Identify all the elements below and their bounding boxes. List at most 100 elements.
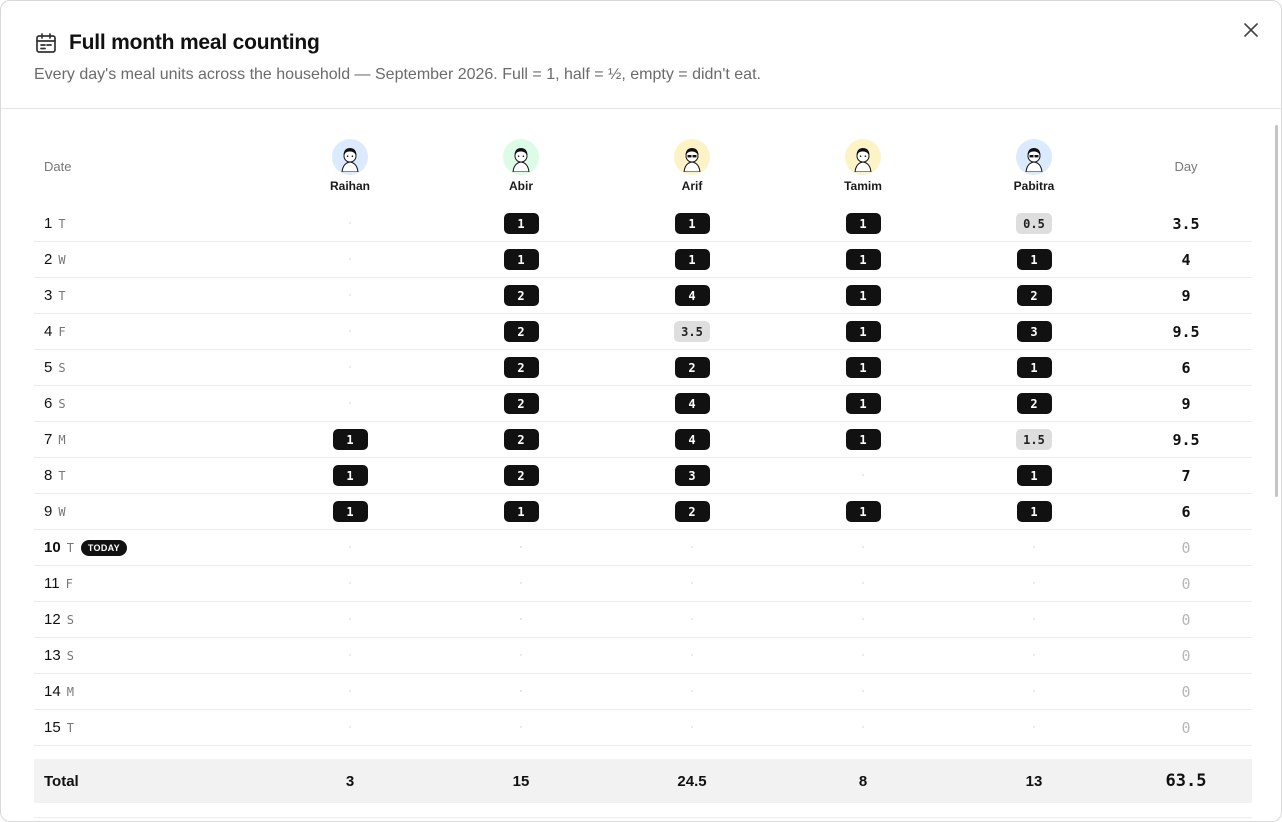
meal-cell-empty[interactable]: · <box>310 566 390 601</box>
meal-cell[interactable]: 1 <box>823 350 903 385</box>
meal-cell-empty[interactable]: · <box>481 674 561 709</box>
meal-cell[interactable]: 2 <box>481 314 561 349</box>
meal-cell[interactable]: 1 <box>823 206 903 241</box>
meal-cell[interactable]: 1 <box>823 422 903 457</box>
meal-cell-empty[interactable]: · <box>823 674 903 709</box>
meal-cell[interactable]: 1 <box>481 242 561 277</box>
meal-count-pill: 2 <box>674 501 710 522</box>
meal-cell-empty[interactable]: · <box>652 710 732 745</box>
meal-cell[interactable]: 2 <box>652 494 732 529</box>
meal-cell-empty[interactable]: · <box>652 638 732 673</box>
meal-cell-empty[interactable]: · <box>310 386 390 421</box>
day-total: 0 <box>1181 538 1191 557</box>
meal-cell-empty[interactable]: · <box>652 530 732 565</box>
meal-cell-empty[interactable]: · <box>994 638 1074 673</box>
day-total-cell: 3.5 <box>1146 206 1226 241</box>
meal-cell[interactable]: 4 <box>652 386 732 421</box>
meal-cell-empty[interactable]: · <box>823 566 903 601</box>
meal-cell[interactable]: 4 <box>652 278 732 313</box>
meal-count-pill: 1 <box>845 501 881 522</box>
meal-cell-empty[interactable]: · <box>481 638 561 673</box>
meal-cell-empty[interactable]: · <box>823 458 903 493</box>
meal-cell-empty[interactable]: · <box>823 530 903 565</box>
day-total-cell: 0 <box>1146 566 1226 601</box>
meal-cell-empty[interactable]: · <box>994 710 1074 745</box>
meal-cell[interactable]: 1 <box>823 242 903 277</box>
meal-cell[interactable]: 1 <box>481 494 561 529</box>
avatar <box>332 139 368 175</box>
meal-cell[interactable]: 1 <box>310 458 390 493</box>
meal-cell-empty[interactable]: · <box>823 602 903 637</box>
meal-cell[interactable]: 2 <box>481 422 561 457</box>
meal-cell[interactable]: 1 <box>823 278 903 313</box>
meal-cell-empty[interactable]: · <box>652 602 732 637</box>
meal-cell[interactable]: 2 <box>481 386 561 421</box>
meal-count-pill: 1 <box>674 213 710 234</box>
meal-cell-empty[interactable]: · <box>994 602 1074 637</box>
meal-cell[interactable]: 1 <box>652 206 732 241</box>
meal-cell-empty[interactable]: · <box>994 566 1074 601</box>
meal-cell[interactable]: 1.5 <box>994 422 1074 457</box>
scrollbar[interactable] <box>1275 125 1278 497</box>
meal-cell-empty[interactable]: · <box>310 206 390 241</box>
meal-cell-empty[interactable]: · <box>310 638 390 673</box>
avatar <box>503 139 539 175</box>
meal-cell[interactable]: 1 <box>823 386 903 421</box>
weekday: W <box>58 252 66 267</box>
meal-cell[interactable]: 2 <box>994 386 1074 421</box>
meal-cell-empty[interactable]: · <box>310 242 390 277</box>
meal-cell-empty[interactable]: · <box>823 710 903 745</box>
meal-cell[interactable]: 1 <box>994 494 1074 529</box>
meal-cell-empty[interactable]: · <box>310 710 390 745</box>
empty-mark: · <box>519 685 523 697</box>
meal-cell-empty[interactable]: · <box>310 602 390 637</box>
meal-cell-empty[interactable]: · <box>481 710 561 745</box>
meal-count-pill: 3.5 <box>674 321 710 342</box>
meal-cell[interactable]: 1 <box>994 458 1074 493</box>
day-total: 0 <box>1181 574 1191 593</box>
meal-cell-empty[interactable]: · <box>823 638 903 673</box>
meal-cell-empty[interactable]: · <box>652 566 732 601</box>
meal-cell-empty[interactable]: · <box>481 530 561 565</box>
empty-mark: · <box>519 541 523 553</box>
day-total: 3.5 <box>1172 214 1200 233</box>
meal-cell-empty[interactable]: · <box>310 674 390 709</box>
meal-cell-empty[interactable]: · <box>310 530 390 565</box>
meal-cell[interactable]: 1 <box>994 242 1074 277</box>
meal-cell[interactable]: 2 <box>652 350 732 385</box>
meal-cell[interactable]: 3 <box>994 314 1074 349</box>
meal-cell-empty[interactable]: · <box>310 278 390 313</box>
meal-cell[interactable]: 0.5 <box>994 206 1074 241</box>
meal-cell[interactable]: 1 <box>481 206 561 241</box>
weekday: T <box>58 468 66 483</box>
meal-cell[interactable]: 1 <box>310 422 390 457</box>
meal-count-pill: 1 <box>1016 357 1052 378</box>
meal-cell[interactable]: 2 <box>481 350 561 385</box>
meal-cell-empty[interactable]: · <box>481 566 561 601</box>
meal-cell[interactable]: 1 <box>823 314 903 349</box>
meal-cell-empty[interactable]: · <box>994 530 1074 565</box>
meal-cell[interactable]: 3.5 <box>652 314 732 349</box>
empty-mark: · <box>1032 649 1036 661</box>
meal-cell-empty[interactable]: · <box>994 674 1074 709</box>
meal-cell[interactable]: 1 <box>994 350 1074 385</box>
meal-cell[interactable]: 2 <box>481 458 561 493</box>
meal-cell-empty[interactable]: · <box>310 350 390 385</box>
meal-cell[interactable]: 1 <box>310 494 390 529</box>
meal-cell[interactable]: 4 <box>652 422 732 457</box>
meal-cell[interactable]: 2 <box>994 278 1074 313</box>
table-row: 10 T TODAY · · · · · 0 <box>34 530 1252 566</box>
meal-cell[interactable]: 3 <box>652 458 732 493</box>
day-total-cell: 4 <box>1146 242 1226 277</box>
table-row: 1 T · 1 1 1 0.5 3.5 <box>34 206 1252 242</box>
close-button[interactable] <box>1239 18 1263 42</box>
meal-cell[interactable]: 1 <box>652 242 732 277</box>
meal-cell[interactable]: 1 <box>823 494 903 529</box>
meal-cell[interactable]: 2 <box>481 278 561 313</box>
meal-count-pill: 1.5 <box>1016 429 1052 450</box>
meal-cell-empty[interactable]: · <box>310 314 390 349</box>
meal-cell-empty[interactable]: · <box>481 602 561 637</box>
meal-cell-empty[interactable]: · <box>652 674 732 709</box>
table-row: 13 S · · · · · 0 <box>34 638 1252 674</box>
day-total-cell: 9 <box>1146 386 1226 421</box>
